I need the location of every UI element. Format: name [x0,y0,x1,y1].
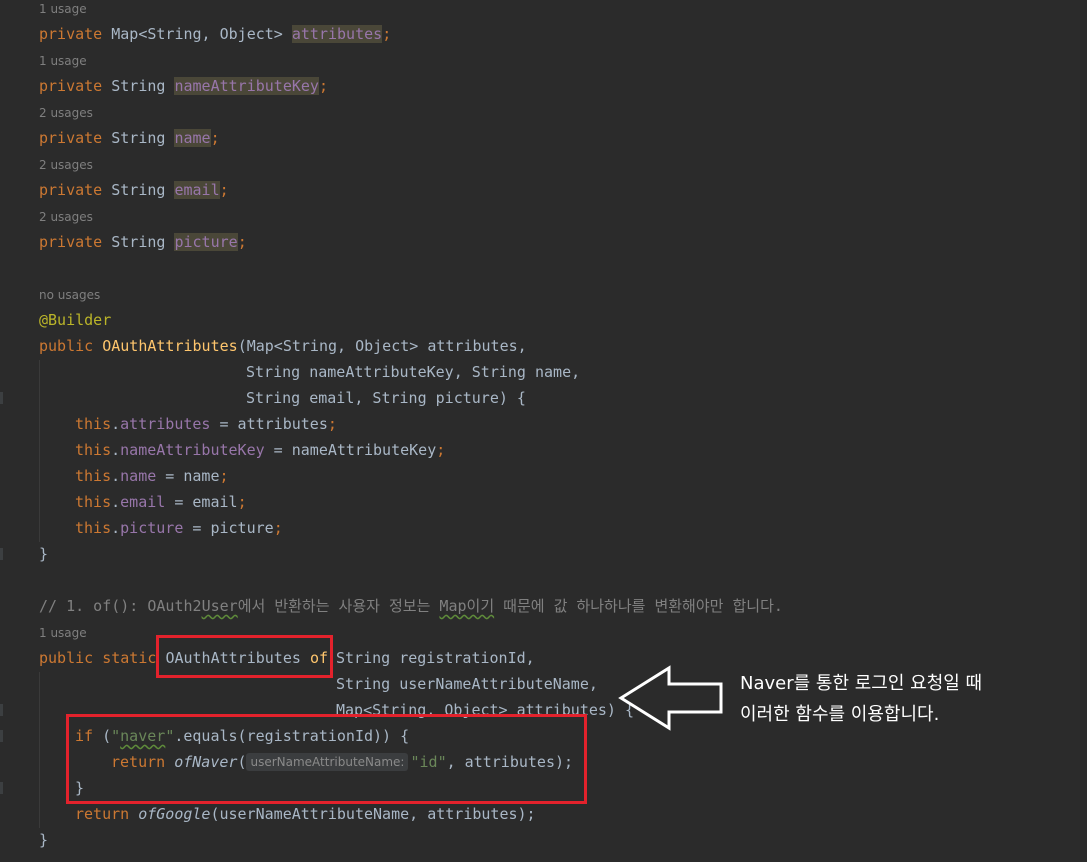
code-line: } [39,831,49,849]
fold-marker[interactable] [0,704,3,716]
code-line: private String name; [39,129,220,147]
code-line: this.attributes = attributes; [75,415,337,433]
usage-hint[interactable]: 1 usage [39,624,87,642]
code-line: String userNameAttributeName, [336,675,598,693]
arrow-left-icon [618,665,723,731]
usage-hint[interactable]: 2 usages [39,156,93,174]
code-line: this.email = email; [75,493,247,511]
usage-hint[interactable]: 1 usage [39,52,87,70]
usage-hint[interactable]: 2 usages [39,104,93,122]
fold-marker[interactable] [0,548,3,560]
usage-hint[interactable]: 2 usages [39,208,93,226]
code-line: this.picture = picture; [75,519,283,537]
usage-hint[interactable]: 1 usage [39,0,87,18]
fold-marker[interactable] [0,392,3,404]
fold-marker[interactable] [0,782,3,794]
annotation: @Builder [39,311,112,329]
code-line: public OAuthAttributes(Map<String, Objec… [39,337,527,355]
code-line: this.nameAttributeKey = nameAttributeKey… [75,441,446,459]
indent-guide [39,360,40,542]
code-line: private Map<String, Object> attributes; [39,25,392,43]
callout-line: 이러한 함수를 이용합니다. [740,704,940,725]
code-line: String email, String picture) { [246,389,526,407]
indent-guide [39,672,40,828]
code-line: private String picture; [39,233,247,251]
code-editor[interactable]: 1 usage private Map<String, Object> attr… [0,0,1087,862]
code-line: return ofGoogle(userNameAttributeName, a… [75,805,536,823]
highlight-box-method-signature [156,635,333,678]
code-comment: // 1. of(): OAuth2User에서 반환하는 사용자 정보는 Ma… [39,597,783,615]
annotation-callout: Naver를 통한 로그인 요청일 때 이러한 함수를 이용합니다. [740,668,1040,730]
code-line: } [39,545,49,563]
callout-line: Naver를 통한 로그인 요청일 때 [740,673,983,694]
code-line: String registrationId, [336,649,535,667]
code-line: private String email; [39,181,229,199]
highlight-box-naver-branch [66,714,587,804]
code-line: private String nameAttributeKey; [39,77,328,95]
usage-hint[interactable]: no usages [39,286,100,304]
code-line: String nameAttributeKey, String name, [246,363,581,381]
fold-marker[interactable] [0,730,3,742]
code-line: this.name = name; [75,467,229,485]
